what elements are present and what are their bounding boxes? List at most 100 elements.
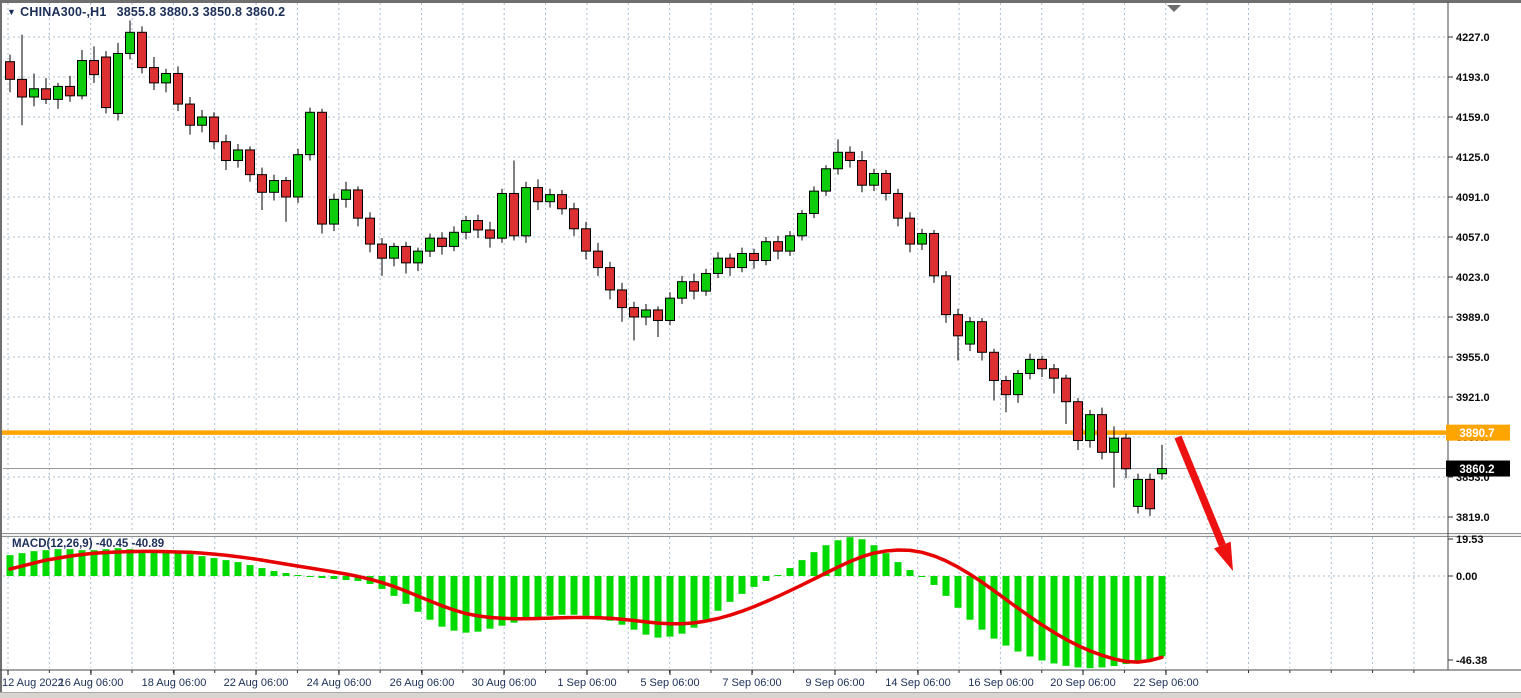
macd-histogram-bar [1159, 576, 1166, 656]
macd-histogram-bar [427, 576, 434, 620]
bullish-candle [822, 169, 831, 191]
trend-arrow[interactable] [1178, 437, 1233, 571]
bearish-candle [6, 62, 15, 80]
bearish-candle [774, 242, 783, 251]
bullish-candle [498, 193, 507, 238]
bearish-candle [930, 233, 939, 275]
price-tick-label: 3955.0 [1456, 352, 1490, 364]
bearish-candle [150, 68, 159, 83]
window-frame [0, 0, 1521, 698]
macd-histogram-bar [883, 553, 890, 576]
bearish-candle [978, 322, 987, 353]
bearish-candle [594, 251, 603, 267]
current-price-badge: 3860.2 [1446, 461, 1510, 477]
macd-histogram-bar [439, 576, 446, 627]
price-tick-label: 4125.0 [1456, 152, 1490, 164]
price-tick-label: 4023.0 [1456, 272, 1490, 284]
bearish-candle [954, 315, 963, 336]
bearish-candle [858, 161, 867, 186]
macd-histogram-bar [151, 551, 158, 576]
bullish-candle [294, 155, 303, 197]
window-bottom-strip [0, 693, 1521, 698]
macd-tick-label: 0.00 [1456, 571, 1477, 583]
bearish-candle [210, 117, 219, 142]
bullish-candle [1134, 479, 1143, 506]
bearish-candle [402, 246, 411, 262]
bullish-candle [330, 199, 339, 224]
bullish-candle [834, 152, 843, 168]
macd-histogram-bar [139, 550, 146, 576]
macd-histogram-bar [991, 576, 998, 639]
bearish-candle [18, 79, 27, 97]
time-tick-label: 30 Aug 06:00 [472, 677, 537, 689]
resistance-price-badge: 3890.7 [1446, 425, 1510, 441]
bearish-candle [354, 190, 363, 218]
bullish-candle [114, 53, 123, 113]
bullish-candle [306, 112, 315, 154]
macd-histogram-bar [799, 560, 806, 576]
macd-histogram-bar [235, 562, 242, 576]
bearish-candle [1050, 369, 1059, 378]
price-tick-label: 3989.0 [1456, 312, 1490, 324]
bullish-candle [198, 117, 207, 125]
bullish-candle [462, 221, 471, 233]
bullish-candle [426, 238, 435, 251]
macd-histogram-bar [967, 576, 974, 620]
chart-surface[interactable]: 4227.04193.04159.04125.04091.04057.04023… [0, 0, 1521, 698]
symbol-ohlc-values: 3855.8 3880.3 3850.8 3860.2 [117, 5, 286, 19]
macd-histogram-bar [811, 552, 818, 576]
bullish-candle [642, 310, 651, 317]
bearish-candle [846, 152, 855, 160]
bearish-candle [366, 218, 375, 244]
macd-histogram-bar [463, 576, 470, 633]
time-tick-label: 22 Aug 06:00 [224, 677, 289, 689]
macd-histogram-bar [871, 545, 878, 576]
price-axis[interactable]: 4227.04193.04159.04125.04091.04057.04023… [1448, 32, 1490, 667]
bearish-candle [942, 276, 951, 315]
time-tick-label: 16 Aug 06:00 [59, 677, 124, 689]
bullish-candle [342, 190, 351, 199]
macd-histogram-bar [703, 576, 710, 620]
bearish-candle [378, 244, 387, 258]
bullish-candle [1026, 359, 1035, 373]
bearish-candle [486, 230, 495, 238]
symbol-dropdown-icon[interactable]: ▼ [7, 7, 16, 17]
bullish-candle [738, 253, 747, 267]
chart-shift-marker[interactable] [1167, 5, 1181, 12]
bullish-candle [54, 86, 63, 99]
macd-histogram-bar [511, 576, 518, 623]
bullish-candle [798, 213, 807, 235]
macd-histogram-bar [319, 576, 326, 578]
macd-histogram-bar [583, 576, 590, 616]
bearish-candle [750, 253, 759, 260]
macd-tick-label: -46.38 [1456, 655, 1487, 667]
macd-histogram-bar [43, 550, 50, 576]
macd-histogram-bar [943, 576, 950, 596]
macd-histogram-bar [175, 553, 182, 576]
time-tick-label: 1 Sep 06:00 [557, 677, 616, 689]
macd-histogram-bar [1015, 576, 1022, 652]
time-axis[interactable]: 12 Aug 202216 Aug 06:0018 Aug 06:0022 Au… [2, 670, 1414, 689]
bullish-candle [762, 242, 771, 261]
macd-histogram-bar [7, 555, 14, 576]
bearish-candle [246, 150, 255, 175]
bullish-candle [30, 89, 39, 97]
bullish-candle [870, 173, 879, 185]
bullish-candle [270, 181, 279, 193]
time-tick-label: 12 Aug 2022 [2, 677, 64, 689]
symbol-title: CHINA300-,H1 [20, 5, 106, 19]
macd-histogram-bar [1003, 576, 1010, 646]
bullish-candle [786, 236, 795, 251]
bearish-candle [894, 193, 903, 218]
bullish-candle [918, 233, 927, 244]
macd-histogram-bar [55, 549, 62, 576]
bearish-candle [66, 86, 75, 95]
bearish-candle [186, 104, 195, 125]
price-tick-label: 3921.0 [1456, 392, 1490, 404]
bullish-candle [810, 191, 819, 213]
macd-histogram-bar [1147, 576, 1154, 659]
bullish-candle [234, 150, 243, 161]
time-tick-label: 22 Sep 06:00 [1133, 677, 1198, 689]
bearish-candle [630, 308, 639, 317]
bearish-candle [318, 112, 327, 224]
